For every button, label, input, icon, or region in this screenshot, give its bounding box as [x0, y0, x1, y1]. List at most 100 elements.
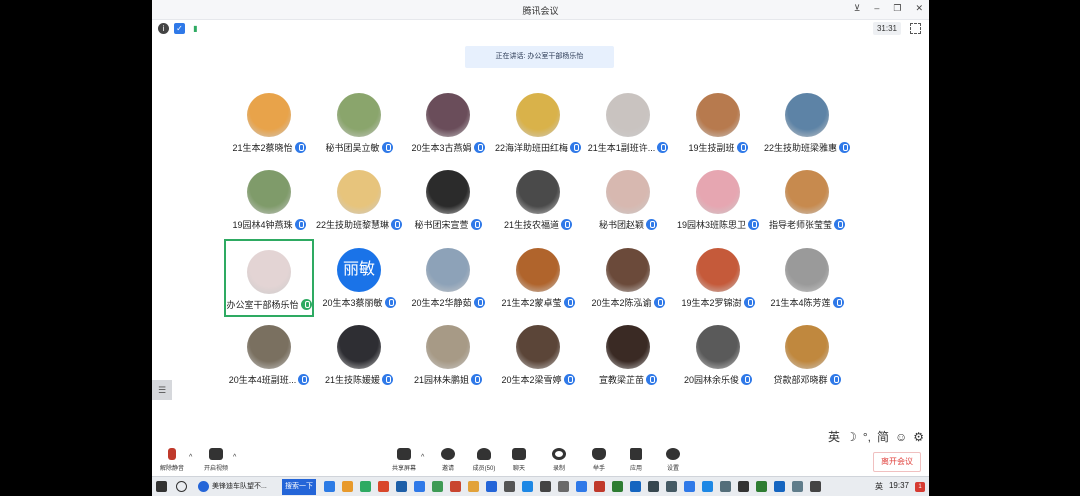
list-toggle-icon[interactable]: ☰ [152, 380, 172, 400]
participant-tile[interactable]: 19生技副班 [673, 84, 763, 162]
app-icon[interactable] [504, 481, 515, 492]
participant-tile[interactable]: 秘书团宋宣萱 [403, 161, 493, 239]
participant-tile[interactable]: 秘书团赵颖 [583, 161, 673, 239]
app-icon[interactable] [450, 481, 461, 492]
browser-icon[interactable] [198, 481, 209, 492]
participant-tile[interactable]: 办公室干部杨乐怡 [224, 239, 314, 317]
app-icon[interactable] [702, 481, 713, 492]
leave-meeting-button[interactable]: 离开会议 [873, 452, 921, 472]
window-controls: ⊻ – ❐ ✕ [854, 3, 923, 14]
participant-tile[interactable]: 21生本4陈芳莲 [762, 239, 852, 317]
record-button[interactable]: 录制 [539, 448, 579, 472]
moon-icon[interactable]: ☽ [846, 430, 857, 444]
app-icon[interactable] [396, 481, 407, 492]
participant-tile[interactable]: 22生技助班黎慧琳 [314, 161, 404, 239]
info-icon[interactable]: i [158, 23, 169, 34]
app-icon[interactable] [774, 481, 785, 492]
participant-tile[interactable]: 21生本2蒙卓莹 [493, 239, 583, 317]
avatar [696, 93, 740, 137]
taskbar-app-label[interactable]: 美锋迪车队望不... [212, 480, 267, 494]
signal-icon[interactable]: ▮ [190, 23, 201, 34]
participant-tile[interactable]: 22海洋助班田红梅 [493, 84, 583, 162]
app-icon[interactable] [612, 481, 623, 492]
start-icon[interactable] [156, 481, 167, 492]
app-icon[interactable] [810, 481, 821, 492]
participant-tile[interactable]: 20生本2陈泓谕 [583, 239, 673, 317]
close-icon[interactable]: ✕ [915, 3, 923, 14]
app-icon[interactable] [486, 481, 497, 492]
minimize-icon[interactable]: – [874, 3, 879, 14]
app-icon[interactable] [414, 481, 425, 492]
app-icon[interactable] [378, 481, 389, 492]
ime-mode[interactable]: 简 [877, 428, 889, 445]
app-icon[interactable] [558, 481, 569, 492]
pin-icon[interactable]: ⊻ [854, 3, 861, 14]
app-icon[interactable] [756, 481, 767, 492]
participant-tile[interactable]: 22生技助班梁雅惠 [762, 84, 852, 162]
participant-tile[interactable]: 20生本2梁雪婷 [493, 316, 583, 394]
invite-button[interactable]: 邀请 [428, 448, 468, 472]
participant-tile[interactable]: 21生本2蔡晓怡 [224, 84, 314, 162]
participant-tile[interactable]: 21生本1副班许... [583, 84, 673, 162]
ime-lang-tray[interactable]: 英 [875, 481, 883, 492]
participant-tile[interactable]: 丽敏 20生本3蔡丽敏 [314, 239, 404, 317]
maximize-icon[interactable]: ❐ [893, 3, 901, 14]
chat-icon [512, 448, 526, 460]
participant-tile[interactable]: 21园林朱鹏姐 [403, 316, 493, 394]
app-icon[interactable] [522, 481, 533, 492]
participant-tile[interactable]: 19生本2罗锦澍 [673, 239, 763, 317]
chevron-up-icon[interactable]: ^ [189, 454, 192, 461]
participant-tile[interactable]: 20生本2华静茹 [403, 239, 493, 317]
app-icon[interactable] [666, 481, 677, 492]
participant-tile[interactable]: 20生本3古燕娟 [403, 84, 493, 162]
notification-badge[interactable]: 1 [915, 482, 925, 492]
ime-lang[interactable]: 英 [828, 428, 840, 445]
shield-icon[interactable]: ✓ [174, 23, 185, 34]
app-icon[interactable] [342, 481, 353, 492]
settings-label: 设置 [666, 466, 679, 472]
apps-button[interactable]: 应用 [616, 448, 656, 472]
app-icon[interactable] [468, 481, 479, 492]
clock[interactable]: 19:37 [889, 481, 909, 492]
search-icon[interactable] [176, 481, 187, 492]
participant-tile[interactable]: 指导老师张莹莹 [762, 161, 852, 239]
unmute-button[interactable]: 解除静音 [152, 448, 192, 472]
app-icon[interactable] [648, 481, 659, 492]
app-icon[interactable] [576, 481, 587, 492]
emoji-icon[interactable]: ☺ [895, 430, 907, 444]
participant-tile[interactable]: 20园林余乐俊 [673, 316, 763, 394]
app-icon[interactable] [738, 481, 749, 492]
gear-icon [666, 448, 680, 460]
chevron-up-icon[interactable]: ^ [421, 454, 424, 461]
chat-button[interactable]: 聊天 [499, 448, 539, 472]
app-icon[interactable] [684, 481, 695, 492]
app-icon[interactable] [630, 481, 641, 492]
participant-tile[interactable]: 20生本4班副班... [224, 316, 314, 394]
participant-tile[interactable]: 19园林3班陈思卫 [673, 161, 763, 239]
settings-button[interactable]: 设置 [653, 448, 693, 472]
participant-tile[interactable]: 21生技农福道 [493, 161, 583, 239]
taskbar-search-button[interactable]: 搜索一下 [282, 479, 316, 495]
participant-tile[interactable]: 21生技陈媛媛 [314, 316, 404, 394]
app-icon[interactable] [720, 481, 731, 492]
invite-label: 邀请 [441, 466, 454, 472]
app-icon[interactable] [540, 481, 551, 492]
app-icon[interactable] [594, 481, 605, 492]
chevron-up-icon[interactable]: ^ [233, 454, 236, 461]
app-icon[interactable] [792, 481, 803, 492]
mic-icon [736, 142, 748, 153]
participant-tile[interactable]: 19园林4钟燕珠 [224, 161, 314, 239]
participant-tile[interactable]: 秘书团吴立敏 [314, 84, 404, 162]
participant-tile[interactable]: 宣教梁芷苗 [583, 316, 673, 394]
video-button[interactable]: 开启视频 [196, 448, 236, 472]
fullscreen-icon[interactable] [910, 23, 921, 34]
raise-hand-button[interactable]: 举手 [579, 448, 619, 472]
app-icon[interactable] [432, 481, 443, 492]
participant-tile[interactable]: 贷款部邓晓群 [762, 316, 852, 394]
gear-icon[interactable]: ⚙ [913, 430, 924, 444]
share-screen-button[interactable]: 共享屏幕 [384, 448, 424, 472]
app-icon[interactable] [324, 481, 335, 492]
punct-icon[interactable]: °, [863, 430, 871, 444]
app-icon[interactable] [360, 481, 371, 492]
members-button[interactable]: 成员(50) [464, 448, 504, 472]
